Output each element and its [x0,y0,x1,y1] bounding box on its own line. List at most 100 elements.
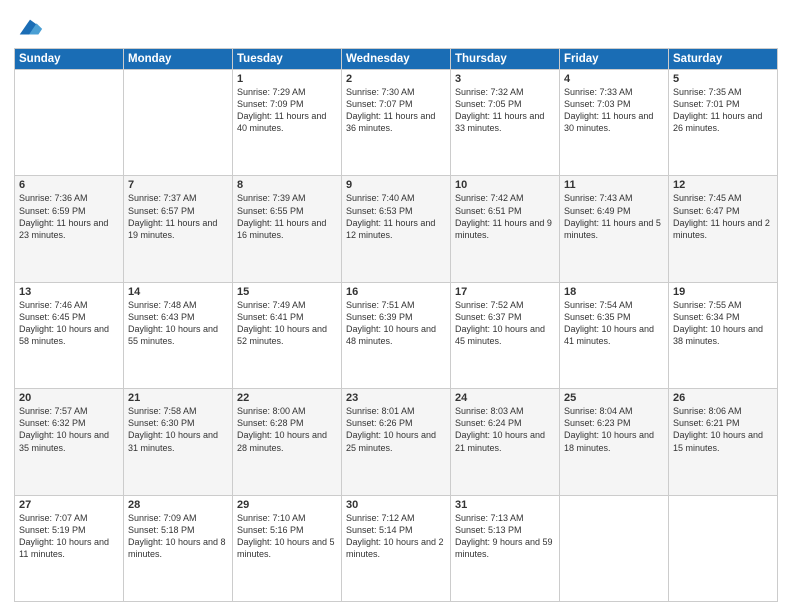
day-info: Sunrise: 7:12 AM Sunset: 5:14 PM Dayligh… [346,512,446,561]
day-cell: 2Sunrise: 7:30 AM Sunset: 7:07 PM Daylig… [342,70,451,176]
day-number: 17 [455,286,555,298]
week-row-4: 20Sunrise: 7:57 AM Sunset: 6:32 PM Dayli… [15,389,778,495]
col-tuesday: Tuesday [233,49,342,70]
day-info: Sunrise: 7:09 AM Sunset: 5:18 PM Dayligh… [128,512,228,561]
header [14,10,778,42]
day-cell: 4Sunrise: 7:33 AM Sunset: 7:03 PM Daylig… [560,70,669,176]
day-cell: 7Sunrise: 7:37 AM Sunset: 6:57 PM Daylig… [124,176,233,282]
day-number: 18 [564,286,664,298]
day-info: Sunrise: 7:43 AM Sunset: 6:49 PM Dayligh… [564,192,664,241]
day-number: 26 [673,392,773,404]
day-info: Sunrise: 7:40 AM Sunset: 6:53 PM Dayligh… [346,192,446,241]
logo [14,14,44,42]
day-info: Sunrise: 7:36 AM Sunset: 6:59 PM Dayligh… [19,192,119,241]
day-info: Sunrise: 7:13 AM Sunset: 5:13 PM Dayligh… [455,512,555,561]
day-info: Sunrise: 7:07 AM Sunset: 5:19 PM Dayligh… [19,512,119,561]
day-number: 25 [564,392,664,404]
day-info: Sunrise: 7:57 AM Sunset: 6:32 PM Dayligh… [19,405,119,454]
day-number: 4 [564,73,664,85]
day-number: 8 [237,179,337,191]
day-cell: 3Sunrise: 7:32 AM Sunset: 7:05 PM Daylig… [451,70,560,176]
day-number: 29 [237,499,337,511]
day-cell: 16Sunrise: 7:51 AM Sunset: 6:39 PM Dayli… [342,282,451,388]
day-info: Sunrise: 7:49 AM Sunset: 6:41 PM Dayligh… [237,299,337,348]
day-info: Sunrise: 7:37 AM Sunset: 6:57 PM Dayligh… [128,192,228,241]
day-cell [669,495,778,601]
day-cell: 23Sunrise: 8:01 AM Sunset: 6:26 PM Dayli… [342,389,451,495]
day-number: 3 [455,73,555,85]
col-saturday: Saturday [669,49,778,70]
day-cell: 14Sunrise: 7:48 AM Sunset: 6:43 PM Dayli… [124,282,233,388]
day-number: 6 [19,179,119,191]
day-number: 16 [346,286,446,298]
day-cell: 11Sunrise: 7:43 AM Sunset: 6:49 PM Dayli… [560,176,669,282]
day-cell: 30Sunrise: 7:12 AM Sunset: 5:14 PM Dayli… [342,495,451,601]
col-wednesday: Wednesday [342,49,451,70]
col-monday: Monday [124,49,233,70]
day-info: Sunrise: 8:04 AM Sunset: 6:23 PM Dayligh… [564,405,664,454]
day-cell: 5Sunrise: 7:35 AM Sunset: 7:01 PM Daylig… [669,70,778,176]
col-friday: Friday [560,49,669,70]
day-number: 19 [673,286,773,298]
day-cell: 15Sunrise: 7:49 AM Sunset: 6:41 PM Dayli… [233,282,342,388]
day-info: Sunrise: 7:39 AM Sunset: 6:55 PM Dayligh… [237,192,337,241]
page: Sunday Monday Tuesday Wednesday Thursday… [0,0,792,612]
day-number: 7 [128,179,228,191]
day-cell: 29Sunrise: 7:10 AM Sunset: 5:16 PM Dayli… [233,495,342,601]
day-cell: 20Sunrise: 7:57 AM Sunset: 6:32 PM Dayli… [15,389,124,495]
day-number: 11 [564,179,664,191]
calendar-table: Sunday Monday Tuesday Wednesday Thursday… [14,48,778,602]
day-info: Sunrise: 7:58 AM Sunset: 6:30 PM Dayligh… [128,405,228,454]
day-info: Sunrise: 7:32 AM Sunset: 7:05 PM Dayligh… [455,86,555,135]
day-number: 2 [346,73,446,85]
day-number: 13 [19,286,119,298]
day-number: 24 [455,392,555,404]
day-info: Sunrise: 7:46 AM Sunset: 6:45 PM Dayligh… [19,299,119,348]
day-number: 9 [346,179,446,191]
day-cell: 27Sunrise: 7:07 AM Sunset: 5:19 PM Dayli… [15,495,124,601]
day-number: 27 [19,499,119,511]
day-number: 14 [128,286,228,298]
week-row-3: 13Sunrise: 7:46 AM Sunset: 6:45 PM Dayli… [15,282,778,388]
day-info: Sunrise: 7:33 AM Sunset: 7:03 PM Dayligh… [564,86,664,135]
day-cell: 19Sunrise: 7:55 AM Sunset: 6:34 PM Dayli… [669,282,778,388]
day-info: Sunrise: 7:48 AM Sunset: 6:43 PM Dayligh… [128,299,228,348]
logo-icon [16,14,44,42]
day-info: Sunrise: 8:03 AM Sunset: 6:24 PM Dayligh… [455,405,555,454]
day-info: Sunrise: 7:45 AM Sunset: 6:47 PM Dayligh… [673,192,773,241]
calendar-header: Sunday Monday Tuesday Wednesday Thursday… [15,49,778,70]
day-number: 22 [237,392,337,404]
day-info: Sunrise: 7:30 AM Sunset: 7:07 PM Dayligh… [346,86,446,135]
day-cell: 1Sunrise: 7:29 AM Sunset: 7:09 PM Daylig… [233,70,342,176]
day-number: 21 [128,392,228,404]
day-cell: 26Sunrise: 8:06 AM Sunset: 6:21 PM Dayli… [669,389,778,495]
day-number: 12 [673,179,773,191]
day-number: 20 [19,392,119,404]
day-info: Sunrise: 8:01 AM Sunset: 6:26 PM Dayligh… [346,405,446,454]
day-info: Sunrise: 7:55 AM Sunset: 6:34 PM Dayligh… [673,299,773,348]
day-cell: 8Sunrise: 7:39 AM Sunset: 6:55 PM Daylig… [233,176,342,282]
day-cell: 28Sunrise: 7:09 AM Sunset: 5:18 PM Dayli… [124,495,233,601]
day-cell: 10Sunrise: 7:42 AM Sunset: 6:51 PM Dayli… [451,176,560,282]
day-cell: 13Sunrise: 7:46 AM Sunset: 6:45 PM Dayli… [15,282,124,388]
day-info: Sunrise: 7:10 AM Sunset: 5:16 PM Dayligh… [237,512,337,561]
col-sunday: Sunday [15,49,124,70]
day-cell: 12Sunrise: 7:45 AM Sunset: 6:47 PM Dayli… [669,176,778,282]
day-cell: 18Sunrise: 7:54 AM Sunset: 6:35 PM Dayli… [560,282,669,388]
day-cell [124,70,233,176]
day-info: Sunrise: 7:54 AM Sunset: 6:35 PM Dayligh… [564,299,664,348]
calendar-body: 1Sunrise: 7:29 AM Sunset: 7:09 PM Daylig… [15,70,778,602]
day-number: 1 [237,73,337,85]
day-cell: 22Sunrise: 8:00 AM Sunset: 6:28 PM Dayli… [233,389,342,495]
day-cell: 17Sunrise: 7:52 AM Sunset: 6:37 PM Dayli… [451,282,560,388]
day-number: 15 [237,286,337,298]
week-row-1: 1Sunrise: 7:29 AM Sunset: 7:09 PM Daylig… [15,70,778,176]
day-number: 10 [455,179,555,191]
day-info: Sunrise: 7:51 AM Sunset: 6:39 PM Dayligh… [346,299,446,348]
day-cell: 31Sunrise: 7:13 AM Sunset: 5:13 PM Dayli… [451,495,560,601]
day-cell: 9Sunrise: 7:40 AM Sunset: 6:53 PM Daylig… [342,176,451,282]
day-cell [15,70,124,176]
day-info: Sunrise: 7:42 AM Sunset: 6:51 PM Dayligh… [455,192,555,241]
day-info: Sunrise: 8:00 AM Sunset: 6:28 PM Dayligh… [237,405,337,454]
week-row-5: 27Sunrise: 7:07 AM Sunset: 5:19 PM Dayli… [15,495,778,601]
